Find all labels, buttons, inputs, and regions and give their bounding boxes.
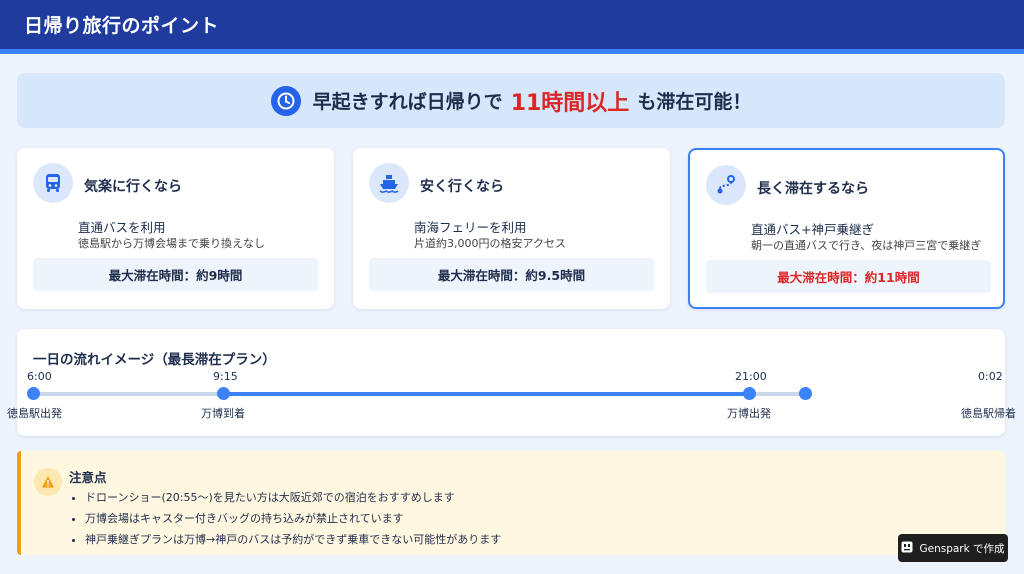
- genspark-logo-icon: [901, 541, 913, 556]
- card-stay-time: 最大滞在時間：約9時間: [33, 258, 318, 291]
- timeline-time: 21:00: [735, 370, 767, 383]
- timeline-title: 一日の流れイメージ（最長滞在プラン）: [33, 352, 276, 368]
- card-description: 片道約3,000円の格安アクセス: [414, 237, 566, 250]
- plan-card-cheap: 安く行くなら 南海フェリーを利用 片道約3,000円の格安アクセス 最大滞在時間…: [353, 148, 670, 309]
- ferry-icon: [369, 163, 409, 203]
- card-description: 朝一の直通バスで行き、夜は神戸三宮で乗継ぎ: [751, 239, 982, 252]
- clock-icon: [270, 85, 301, 116]
- card-title: 長く滞在するなら: [757, 181, 869, 197]
- timeline-label: 万博出発: [727, 407, 771, 420]
- card-stay-time: 最大滞在時間：約11時間: [706, 260, 991, 293]
- summary-banner: 早起きすれば日帰りで 11時間以上 も滞在可能！: [17, 73, 1005, 128]
- card-method: 南海フェリーを利用: [414, 220, 527, 235]
- timeline-stay-segment: [224, 392, 749, 396]
- page-title: 日帰り旅行のポイント: [24, 15, 220, 37]
- timeline-label: 徳島駅出発: [7, 407, 62, 420]
- timeline-time: 6:00: [27, 370, 52, 383]
- card-title: 安く行くなら: [420, 179, 504, 195]
- card-method: 直通バスを利用: [78, 220, 166, 235]
- notice-panel: 注意点 ドローンショー(20:55〜)を見たい方は大阪近郊での宿泊をおすすめしま…: [17, 451, 1005, 555]
- banner-highlight: 11時間以上: [510, 90, 630, 116]
- card-description: 徳島駅から万博会場まで乗り換えなし: [78, 237, 265, 250]
- page-header: 日帰り旅行のポイント: [0, 0, 1024, 54]
- timeline-label: 徳島駅帰着: [961, 407, 1016, 420]
- list-item: 万博会場はキャスター付きバッグの持ち込みが禁止されています: [85, 510, 501, 526]
- timeline-point-depart: [27, 387, 40, 400]
- timeline-point-return: [799, 387, 812, 400]
- notice-list: ドローンショー(20:55〜)を見たい方は大阪近郊での宿泊をおすすめします 万博…: [85, 489, 501, 552]
- card-method: 直通バス+神戸乗継ぎ: [751, 222, 874, 237]
- plan-card-long: 長く滞在するなら 直通バス+神戸乗継ぎ 朝一の直通バスで行き、夜は神戸三宮で乗継…: [688, 148, 1005, 309]
- banner-text-pre: 早起きすれば日帰りで: [312, 91, 503, 113]
- timeline-label: 万博到着: [201, 407, 245, 420]
- genspark-badge[interactable]: Genspark で作成: [898, 534, 1008, 562]
- notice-title: 注意点: [69, 470, 107, 485]
- timeline-point-arrive: [217, 387, 230, 400]
- bus-icon: [33, 163, 73, 203]
- route-icon: [706, 165, 746, 205]
- timeline-time: 9:15: [213, 370, 238, 383]
- timeline-point-leave: [743, 387, 756, 400]
- plan-card-easy: 気楽に行くなら 直通バスを利用 徳島駅から万博会場まで乗り換えなし 最大滞在時間…: [17, 148, 334, 309]
- timeline-panel: 一日の流れイメージ（最長滞在プラン） 6:00 徳島駅出発 9:15 万博到着 …: [7, 329, 1016, 436]
- banner-text-post: も滞在可能！: [637, 91, 752, 113]
- timeline-time: 0:02: [978, 370, 1003, 383]
- card-title: 気楽に行くなら: [84, 179, 182, 195]
- warning-icon: [34, 468, 62, 496]
- list-item: ドローンショー(20:55〜)を見たい方は大阪近郊での宿泊をおすすめします: [85, 489, 501, 505]
- genspark-badge-label: Genspark で作成: [919, 542, 1005, 555]
- list-item: 神戸乗継ぎプランは万博→神戸のバスは予約ができず乗車できない可能性があります: [85, 531, 501, 547]
- card-stay-time: 最大滞在時間：約9.5時間: [369, 258, 654, 291]
